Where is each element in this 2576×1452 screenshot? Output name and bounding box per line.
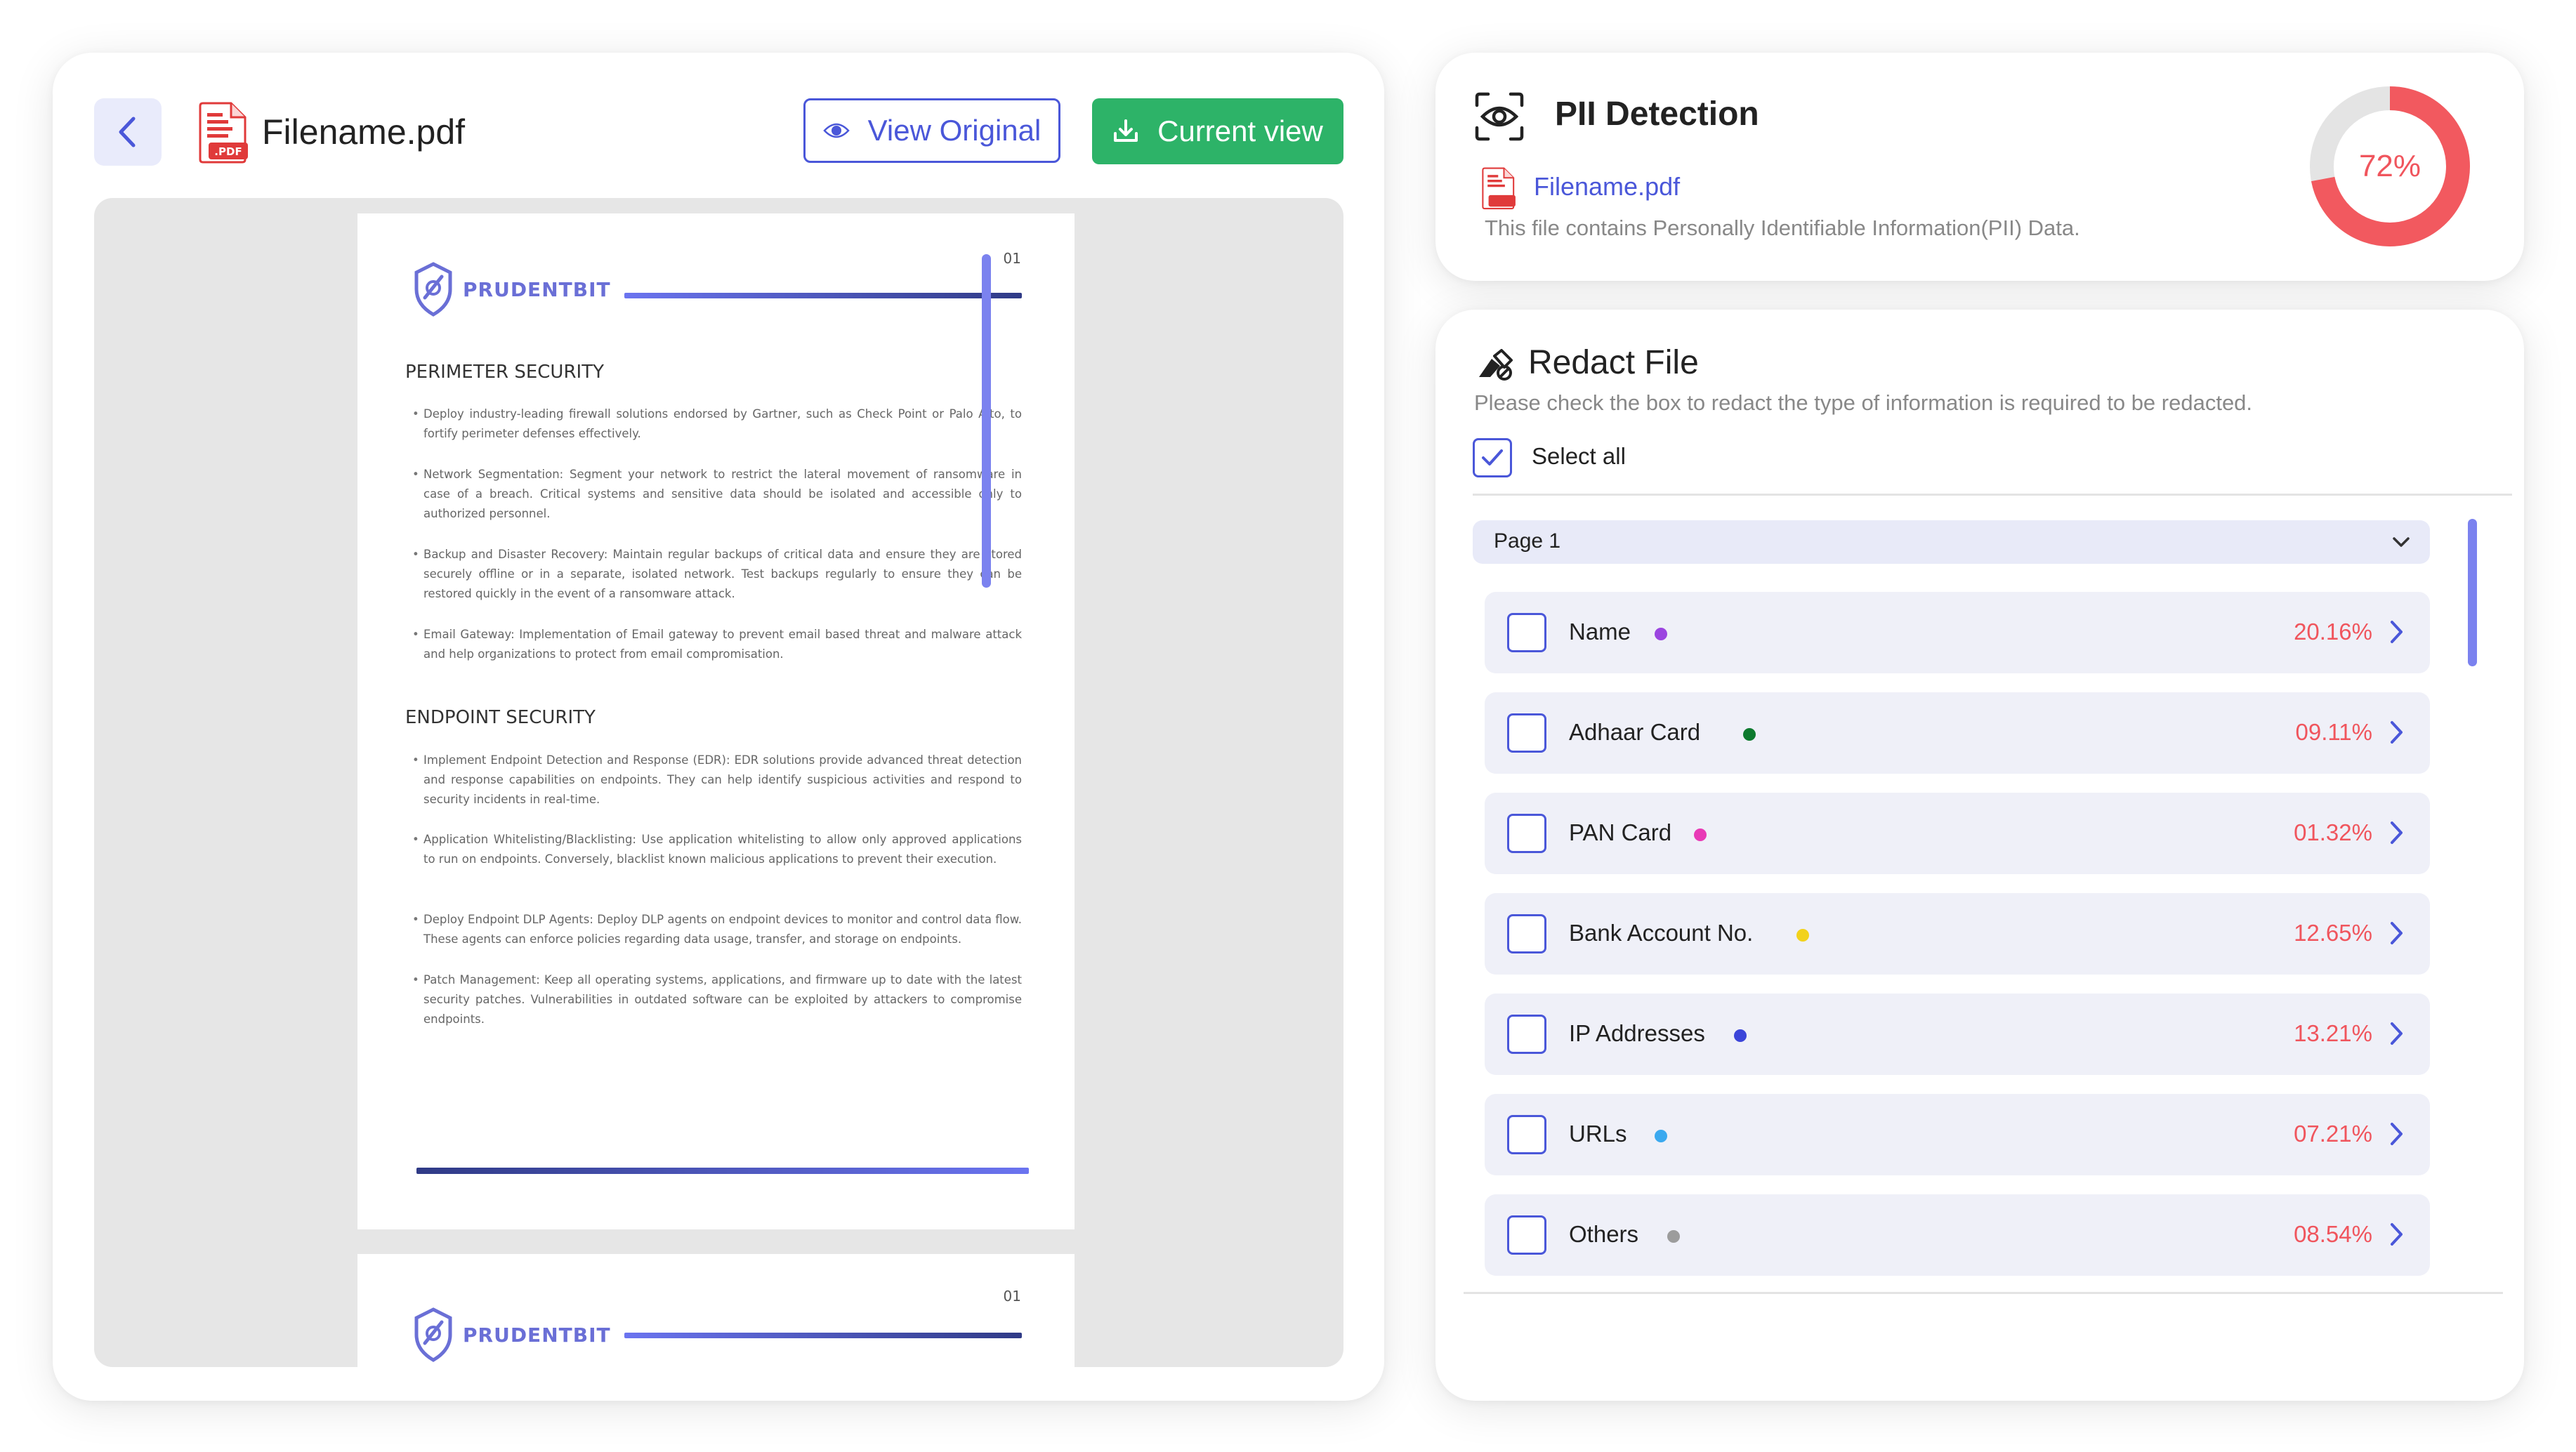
item-checkbox[interactable] xyxy=(1507,1215,1546,1255)
pii-description: This file contains Personally Identifiab… xyxy=(1485,216,2080,240)
back-button[interactable] xyxy=(94,98,162,166)
brand-name: PRUDENTBIT xyxy=(463,277,611,301)
item-label: Name xyxy=(1569,619,1631,645)
pii-item-bank-account[interactable]: Bank Account No. 12.65% xyxy=(1485,893,2430,975)
select-all-label: Select all xyxy=(1532,443,1626,469)
file-title: Filename.pdf xyxy=(262,112,466,152)
prudentbit-logo-icon xyxy=(414,1307,452,1362)
item-percentage: 01.32% xyxy=(2294,819,2372,845)
pii-item-others[interactable]: Others 08.54% xyxy=(1485,1194,2430,1276)
page-selector-label: Page 1 xyxy=(1494,529,1561,553)
chevron-left-icon xyxy=(119,117,136,147)
checkmark-icon xyxy=(1482,449,1503,466)
item-color-dot xyxy=(1655,628,1667,640)
item-color-dot xyxy=(1734,1029,1747,1042)
pii-title: PII Detection xyxy=(1555,95,1759,133)
item-color-dot xyxy=(1694,829,1707,841)
redact-description: Please check the box to redact the type … xyxy=(1474,390,2253,415)
item-checkbox[interactable] xyxy=(1507,613,1546,652)
list-scrollbar[interactable] xyxy=(2468,519,2477,666)
scan-eye-icon xyxy=(1475,92,1524,141)
item-label: IP Addresses xyxy=(1569,1020,1705,1046)
pii-detection-card: PII Detection Filename.pdf This file con… xyxy=(1435,53,2524,281)
item-label: Adhaar Card xyxy=(1569,719,1701,745)
item-label: Others xyxy=(1569,1221,1639,1247)
item-percentage: 08.54% xyxy=(2294,1221,2372,1247)
pii-item-pan-card[interactable]: PAN Card 01.32% xyxy=(1485,793,2430,874)
document-viewer-card: .PDF Filename.pdf View Original Current … xyxy=(53,53,1384,1401)
item-percentage: 12.65% xyxy=(2294,920,2372,946)
pii-filename-link[interactable]: Filename.pdf xyxy=(1534,172,1680,202)
item-checkbox[interactable] xyxy=(1507,713,1546,753)
viewer-scrollbar[interactable] xyxy=(982,254,991,588)
item-color-dot xyxy=(1743,728,1756,741)
chevron-right-icon[interactable] xyxy=(2386,617,2406,647)
chevron-right-icon[interactable] xyxy=(2386,1220,2406,1249)
section-heading: PERIMETER SECURITY xyxy=(405,362,604,383)
item-checkbox[interactable] xyxy=(1507,814,1546,853)
bullet-text: Deploy industry-leading firewall solutio… xyxy=(412,404,1022,444)
footer-rule xyxy=(416,1168,1029,1174)
item-checkbox[interactable] xyxy=(1507,914,1546,953)
bullet-text: Application Whitelisting/Blacklisting: U… xyxy=(412,830,1022,869)
prudentbit-logo-icon xyxy=(414,262,452,317)
item-color-dot xyxy=(1667,1230,1680,1243)
current-view-button[interactable]: Current view xyxy=(1092,98,1343,164)
view-original-label: View Original xyxy=(867,114,1041,147)
brand-logo: PRUDENTBIT xyxy=(412,261,611,317)
pii-item-name[interactable]: Name 20.16% xyxy=(1485,592,2430,673)
item-checkbox[interactable] xyxy=(1507,1115,1546,1154)
bullet-text: Patch Management: Keep all operating sys… xyxy=(412,970,1022,1029)
pii-percentage-label: 72% xyxy=(2358,149,2421,183)
section-heading: ENDPOINT SECURITY xyxy=(405,707,596,728)
page-number: 01 xyxy=(1003,250,1021,267)
pii-item-urls[interactable]: URLs 07.21% xyxy=(1485,1094,2430,1175)
view-original-button[interactable]: View Original xyxy=(803,98,1060,163)
chevron-right-icon[interactable] xyxy=(2386,1019,2406,1048)
item-label: URLs xyxy=(1569,1121,1627,1147)
brand-name: PRUDENTBIT xyxy=(463,1323,611,1347)
divider xyxy=(1473,494,2512,496)
brand-logo: PRUDENTBIT xyxy=(412,1307,611,1363)
header-rule xyxy=(624,1333,1022,1338)
eye-icon xyxy=(822,123,850,138)
header-rule xyxy=(624,293,1022,298)
current-view-label: Current view xyxy=(1157,114,1323,147)
chevron-right-icon[interactable] xyxy=(2386,1119,2406,1149)
redact-eraser-icon xyxy=(1479,349,1513,381)
item-percentage: 07.21% xyxy=(2294,1121,2372,1147)
page-selector-dropdown[interactable]: Page 1 xyxy=(1473,520,2430,564)
bullet-text: Network Segmentation: Segment your netwo… xyxy=(412,465,1022,524)
bullet-text: Backup and Disaster Recovery: Maintain r… xyxy=(412,545,1022,604)
item-percentage: 09.11% xyxy=(2295,719,2372,745)
redact-title: Redact File xyxy=(1528,344,1699,381)
download-icon xyxy=(1114,119,1138,142)
item-color-dot xyxy=(1796,929,1809,942)
pii-item-adhaar-card[interactable]: Adhaar Card 09.11% xyxy=(1485,692,2430,774)
page-number: 01 xyxy=(1003,1288,1021,1305)
item-label: Bank Account No. xyxy=(1569,920,1754,946)
bullet-text: Email Gateway: Implementation of Email g… xyxy=(412,625,1022,664)
chevron-right-icon[interactable] xyxy=(2386,818,2406,847)
chevron-right-icon[interactable] xyxy=(2386,718,2406,747)
item-color-dot xyxy=(1655,1130,1667,1142)
document-preview[interactable]: 01 PRUDENTBIT PERIMETER SECURITY Deploy … xyxy=(94,198,1343,1367)
chevron-right-icon[interactable] xyxy=(2386,918,2406,948)
item-percentage: 13.21% xyxy=(2294,1020,2372,1046)
document-page: 01 PRUDENTBIT PERIMETER SECURITY Deploy … xyxy=(357,213,1075,1229)
divider xyxy=(1464,1292,2503,1294)
item-checkbox[interactable] xyxy=(1507,1015,1546,1054)
item-percentage: 20.16% xyxy=(2294,619,2372,645)
bullet-text: Deploy Endpoint DLP Agents: Deploy DLP a… xyxy=(412,910,1022,949)
redact-file-card: Redact File Please check the box to reda… xyxy=(1435,310,2524,1401)
svg-text:.PDF: .PDF xyxy=(214,145,242,158)
document-page: 01 PRUDENTBIT xyxy=(357,1254,1075,1367)
pdf-file-icon xyxy=(1482,167,1516,210)
pii-item-ip-addresses[interactable]: IP Addresses 13.21% xyxy=(1485,994,2430,1075)
pdf-file-icon: .PDF xyxy=(199,102,248,164)
item-label: PAN Card xyxy=(1569,819,1672,845)
bullet-text: Implement Endpoint Detection and Respons… xyxy=(412,751,1022,810)
chevron-down-icon xyxy=(2393,537,2410,547)
select-all-checkbox[interactable] xyxy=(1473,438,1512,477)
